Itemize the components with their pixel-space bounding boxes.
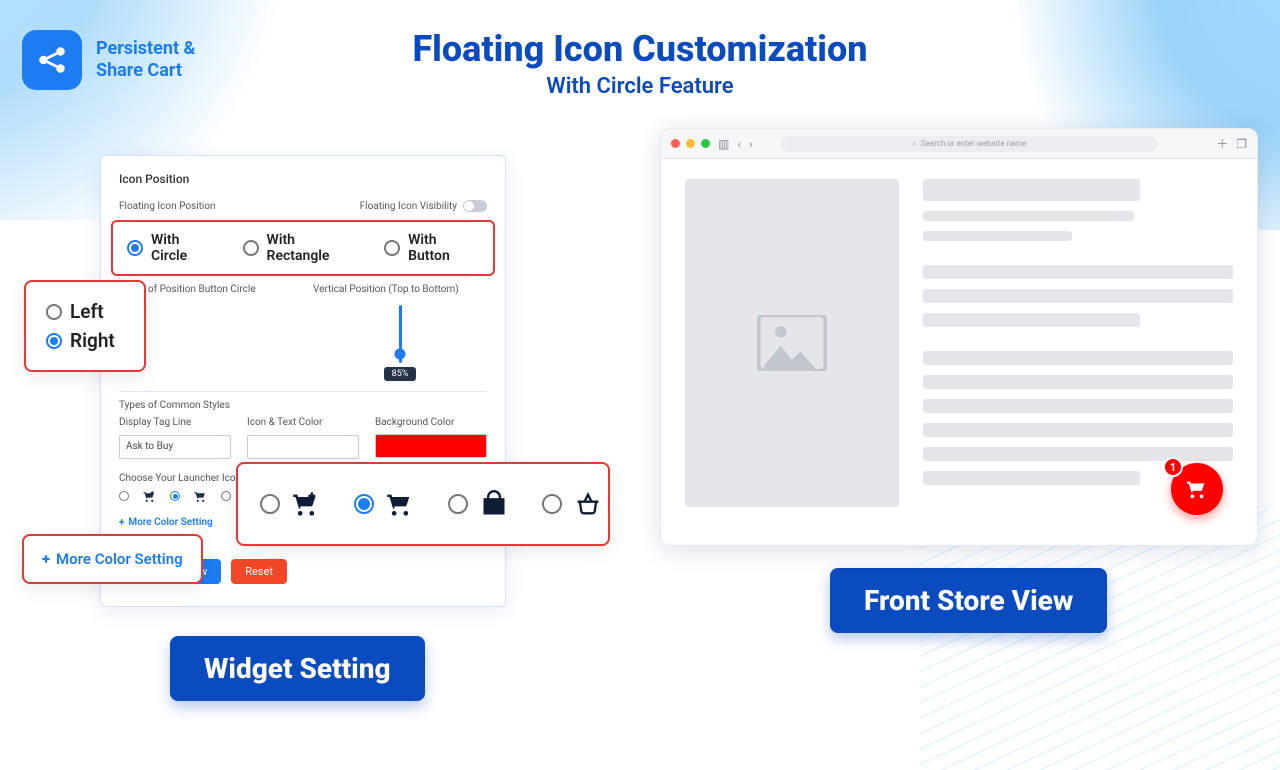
nav-forward-icon[interactable]: › [749, 137, 753, 151]
radio-with-circle[interactable]: With Circle [127, 232, 217, 264]
radio-left[interactable]: Left [46, 300, 124, 323]
tabs-icon[interactable]: ❐ [1236, 137, 1247, 151]
tagline-label: Display Tag Line [119, 417, 231, 428]
section-heading: Icon Position [119, 172, 487, 186]
radio-icon-bag[interactable] [448, 490, 508, 518]
search-icon: ⌕ [912, 139, 916, 149]
floating-cart-button[interactable]: 1 [1171, 463, 1223, 515]
bg-color-label: Background Color [375, 417, 487, 428]
visibility-label: Floating Icon Visibility [360, 201, 457, 212]
product-image-placeholder [685, 179, 899, 507]
plus-icon: + [119, 517, 124, 528]
floating-position-label: Floating Icon Position [119, 201, 216, 212]
front-store-preview: ▥ ‹ › ⌕ Search or enter website name ＋ ❐ [660, 128, 1258, 546]
radio-icon-cart[interactable] [354, 490, 414, 518]
browser-toolbar: ▥ ‹ › ⌕ Search or enter website name ＋ ❐ [661, 129, 1257, 159]
radio-icon-basket[interactable] [542, 490, 602, 518]
cart-plus-icon [292, 490, 320, 518]
address-bar[interactable]: ⌕ Search or enter website name [781, 136, 1159, 152]
plus-icon: + [42, 550, 50, 568]
brand-text: Persistent & Share Cart [96, 38, 195, 81]
widget-setting-label: Widget Setting [170, 636, 425, 701]
new-tab-icon[interactable]: ＋ [1216, 135, 1228, 152]
common-styles-label: Types of Common Styles [119, 400, 487, 411]
vertical-label: Vertical Position (Top to Bottom) [313, 284, 487, 295]
launcher-radio-2[interactable] [170, 491, 180, 501]
cart-icon [1186, 478, 1208, 500]
minimize-icon[interactable] [686, 139, 695, 148]
bag-icon [480, 490, 508, 518]
brand: Persistent & Share Cart [22, 30, 195, 90]
vertical-slider[interactable]: 85% [313, 301, 487, 381]
maximize-icon[interactable] [701, 139, 710, 148]
image-icon [757, 315, 827, 371]
front-store-view-label: Front Store View [830, 568, 1107, 633]
content-placeholder [923, 179, 1233, 507]
cart-badge: 1 [1163, 457, 1183, 477]
reset-button[interactable]: Reset [231, 559, 287, 584]
nav-back-icon[interactable]: ‹ [737, 137, 741, 151]
sidebar-toggle-icon[interactable]: ▥ [718, 137, 729, 151]
vertical-value: 85% [384, 367, 417, 381]
icon-text-color-input[interactable] [247, 435, 359, 459]
launcher-radio-3[interactable] [221, 491, 231, 501]
radio-right[interactable]: Right [46, 329, 124, 352]
brand-logo [22, 30, 82, 90]
radio-with-rectangle[interactable]: With Rectangle [243, 232, 359, 264]
icon-text-color-label: Icon & Text Color [247, 417, 359, 428]
window-controls [671, 139, 710, 148]
close-icon[interactable] [671, 139, 680, 148]
more-color-callout[interactable]: + More Color Setting [22, 534, 203, 584]
position-callout: Left Right [24, 280, 146, 372]
cart-icon [194, 490, 207, 503]
radio-icon-cartplus[interactable] [260, 490, 320, 518]
cart-icon [386, 490, 414, 518]
visibility-toggle[interactable] [463, 200, 487, 212]
share-icon [35, 43, 69, 77]
bg-color-input[interactable] [375, 434, 487, 458]
cart-plus-icon [143, 490, 156, 503]
launcher-callout [236, 462, 610, 546]
more-color-link[interactable]: + More Color Setting [119, 517, 213, 528]
tagline-input[interactable] [119, 435, 231, 459]
launcher-radio-1[interactable] [119, 491, 129, 501]
shape-radio-group: With Circle With Rectangle With Button [111, 220, 495, 276]
basket-icon [574, 490, 602, 518]
radio-with-button[interactable]: With Button [384, 232, 479, 264]
page-title: Floating Icon Customization With Circle … [412, 28, 867, 99]
